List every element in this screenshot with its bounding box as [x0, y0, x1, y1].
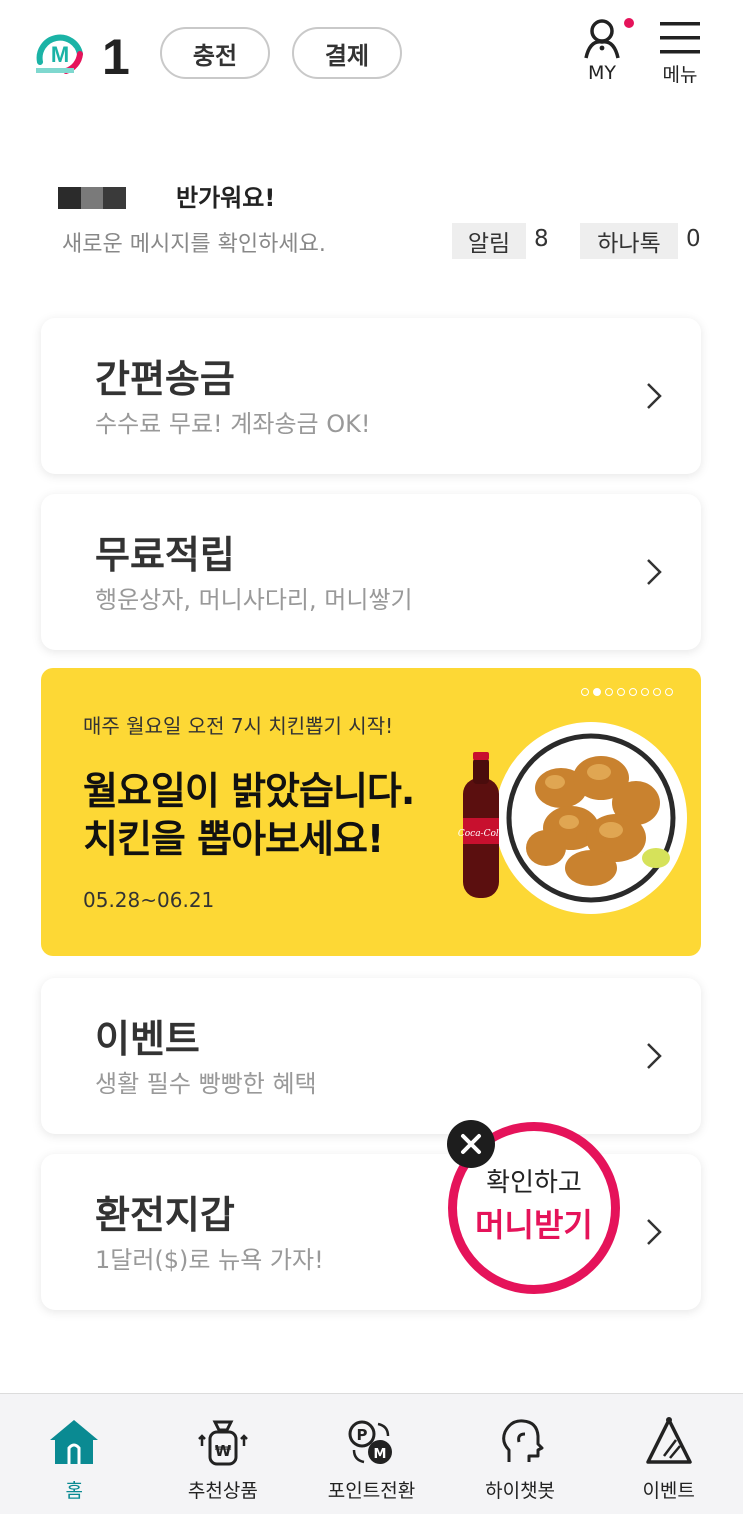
promo-banner[interactable]: 매주 월요일 오전 7시 치킨뽑기 시작! 월요일이 밝았습니다. 치킨을 뽑아… — [41, 668, 701, 956]
bottom-nav: 홈 ₩ 추천상품 P M 포인트전환 하이챗봇 이벤트 — [0, 1393, 743, 1514]
point-exchange-icon: P M — [348, 1420, 393, 1464]
hanatalk-tag[interactable]: 하나톡 — [580, 223, 678, 259]
card-desc: 행운상자, 머니사다리, 머니쌓기 — [95, 586, 413, 614]
carousel-dot-active — [593, 688, 601, 696]
notification-dot — [624, 18, 634, 28]
money-bag-icon: ₩ — [198, 1420, 248, 1466]
masked-username — [58, 187, 127, 209]
app-logo[interactable]: M 1 — [36, 28, 136, 85]
my-button[interactable]: MY — [572, 18, 632, 88]
nav-chatbot[interactable]: 하이챗봇 — [446, 1394, 595, 1514]
carousel-dot — [629, 688, 637, 696]
carousel-dot — [581, 688, 589, 696]
card-title: 환전지갑 — [95, 1193, 235, 1237]
carousel-indicator — [581, 688, 673, 696]
svg-text:M: M — [374, 1447, 387, 1462]
card-event[interactable]: 이벤트 생활 필수 빵빵한 혜택 — [41, 978, 701, 1134]
svg-text:P: P — [357, 1426, 368, 1444]
banner-headline-1: 월요일이 밝았습니다. — [83, 769, 415, 813]
alarm-tag[interactable]: 알림 — [452, 223, 526, 259]
nav-home[interactable]: 홈 — [0, 1394, 149, 1514]
chatbot-icon — [502, 1419, 544, 1462]
card-title: 무료적립 — [95, 533, 235, 577]
card-easy-transfer[interactable]: 간편송금 수수료 무료! 계좌송금 OK! — [41, 318, 701, 474]
user-icon — [584, 19, 620, 59]
card-free-reward[interactable]: 무료적립 행운상자, 머니사다리, 머니쌓기 — [41, 494, 701, 650]
bottle-label: Coca-Cola — [458, 829, 504, 839]
chevron-right-icon — [647, 1043, 662, 1069]
banner-subtitle: 매주 월요일 오전 7시 치킨뽑기 시작! — [83, 714, 394, 738]
message-prompt[interactable]: 새로운 메시지를 확인하세요. — [62, 226, 326, 258]
menu-button[interactable]: 메뉴 — [650, 18, 710, 88]
alarm-count: 8 — [534, 226, 549, 252]
popup-line-2: 머니받기 — [475, 1206, 593, 1244]
pay-button[interactable]: 결제 — [292, 27, 402, 79]
event-icon — [645, 1417, 692, 1464]
card-desc: 1달러($)로 뉴욕 가자! — [95, 1246, 324, 1274]
popup-close-button[interactable] — [447, 1120, 495, 1168]
chevron-right-icon — [647, 1219, 662, 1245]
top-header: M 1 충전 결제 MY 메뉴 — [0, 0, 743, 110]
carousel-dot — [617, 688, 625, 696]
nav-label: 홈 — [65, 1480, 84, 1502]
nav-label: 하이챗봇 — [485, 1480, 556, 1502]
nav-label: 이벤트 — [642, 1480, 695, 1502]
nav-event[interactable]: 이벤트 — [594, 1394, 743, 1514]
nav-point-exchange[interactable]: P M 포인트전환 — [297, 1394, 446, 1514]
chevron-right-icon — [647, 383, 662, 409]
hamburger-icon — [660, 22, 700, 54]
charge-button[interactable]: 충전 — [160, 27, 270, 79]
chevron-right-icon — [647, 559, 662, 585]
chicken-image: Coca-Cola — [458, 722, 687, 914]
banner-headline-2: 치킨을 뽑아보세요! — [83, 817, 384, 861]
my-label: MY — [588, 62, 616, 84]
carousel-dot — [665, 688, 673, 696]
close-icon — [461, 1134, 481, 1154]
card-desc: 생활 필수 빵빵한 혜택 — [95, 1070, 317, 1098]
nav-label: 포인트전환 — [327, 1480, 416, 1502]
carousel-dot — [641, 688, 649, 696]
card-title: 이벤트 — [95, 1017, 200, 1061]
nav-label: 추천상품 — [187, 1480, 258, 1502]
carousel-dot — [605, 688, 613, 696]
logo-badge: M — [51, 42, 69, 67]
menu-label: 메뉴 — [662, 64, 698, 86]
card-desc: 수수료 무료! 계좌송금 OK! — [95, 410, 371, 438]
home-icon — [50, 1420, 99, 1464]
hanatalk-count: 0 — [686, 226, 701, 252]
svg-text:₩: ₩ — [215, 1442, 232, 1460]
logo-number: 1 — [102, 29, 130, 78]
carousel-dot — [653, 688, 661, 696]
nav-recommended[interactable]: ₩ 추천상품 — [149, 1394, 298, 1514]
greeting-text: 반가워요! — [176, 184, 276, 212]
card-title: 간편송금 — [95, 357, 235, 401]
banner-date: 05.28~06.21 — [83, 888, 215, 912]
